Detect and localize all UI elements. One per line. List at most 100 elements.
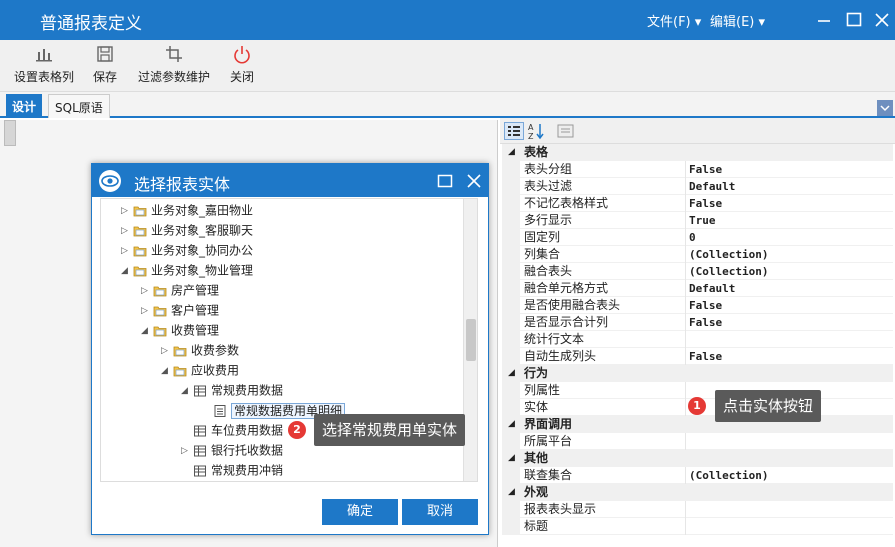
tree-node[interactable]: ▷ 客户管理 [141, 300, 219, 320]
tree-node[interactable]: ▷ 业务对象_嘉田物业 [121, 200, 253, 220]
expand-toggle-icon[interactable]: ▷ [141, 301, 151, 321]
property-value[interactable]: False [689, 314, 722, 331]
dialog-maximize-icon[interactable] [436, 172, 454, 190]
filter-params-button[interactable]: 过滤参数维护 [134, 44, 214, 85]
tree-node[interactable]: ▷ 业务对象_协同办公 [121, 240, 253, 260]
property-row[interactable]: 融合表头 (Collection) [502, 263, 893, 280]
expand-toggle-icon[interactable]: ◢ [121, 261, 131, 281]
collapse-icon[interactable]: ◢ [508, 416, 515, 433]
collapse-icon[interactable]: ◢ [508, 365, 515, 382]
property-value[interactable]: Default [689, 280, 735, 297]
tree-node-label: 应收费用 [191, 363, 240, 378]
tree-node[interactable]: ▷ 业务对象_客服聊天 [121, 220, 253, 240]
property-row[interactable]: 报表表头显示 [502, 501, 893, 518]
property-gutter [502, 331, 520, 348]
property-value[interactable]: (Collection) [689, 246, 768, 263]
step-badge-1: 1 [688, 397, 706, 415]
collapse-icon[interactable]: ◢ [508, 450, 515, 467]
canvas-scrollbar[interactable] [4, 120, 16, 146]
set-table-columns-button[interactable]: 设置表格列 [10, 44, 78, 85]
property-name: 外观 [524, 485, 549, 499]
tree-node[interactable]: ▷ 收费参数 [161, 340, 239, 360]
property-row[interactable]: 表头分组 False [502, 161, 893, 178]
expand-toggle-icon[interactable]: ▷ [161, 341, 171, 361]
property-row[interactable]: 是否使用融合表头 False [502, 297, 893, 314]
expand-toggle-icon[interactable]: ◢ [161, 361, 171, 381]
property-row[interactable]: 不记忆表格样式 False [502, 195, 893, 212]
property-name: 统计行文本 [524, 332, 585, 346]
tree-node[interactable]: ◢ 收费管理 [141, 320, 219, 340]
tree-node-label: 常规费用数据 [211, 383, 284, 398]
cancel-button[interactable]: 取消 [402, 499, 478, 525]
property-value[interactable]: Default [689, 178, 735, 195]
tree-node[interactable]: ◢ 业务对象_物业管理 [121, 260, 253, 280]
expand-toggle-icon[interactable]: ▷ [141, 281, 151, 301]
tree-node[interactable]: 车位费用数据 [181, 420, 283, 440]
property-name: 多行显示 [524, 213, 573, 227]
dialog-close-icon[interactable] [465, 172, 483, 190]
property-row[interactable]: 融合单元格方式 Default [502, 280, 893, 297]
minimize-icon[interactable] [814, 10, 834, 30]
property-name: 融合单元格方式 [524, 281, 609, 295]
tab-dropdown-icon[interactable] [877, 100, 893, 116]
property-value[interactable]: (Collection) [689, 263, 768, 280]
menu-edit[interactable]: 编辑(E) ▾ [710, 11, 765, 30]
property-row[interactable]: 联查集合 (Collection) [502, 467, 893, 484]
expand-toggle-icon[interactable]: ◢ [181, 381, 191, 401]
property-value[interactable]: False [689, 161, 722, 178]
property-value[interactable]: False [689, 297, 722, 314]
property-value[interactable]: False [689, 195, 722, 212]
menu-file[interactable]: 文件(F) ▾ [647, 11, 701, 30]
property-row[interactable]: 固定列 0 [502, 229, 893, 246]
expand-toggle-icon[interactable]: ▷ [121, 201, 131, 221]
tree-node-label: 业务对象_物业管理 [151, 263, 254, 278]
property-row[interactable]: 是否显示合计列 False [502, 314, 893, 331]
tab-design[interactable]: 设计 [6, 94, 43, 118]
tree-node[interactable]: ◢ 应收费用 [161, 360, 239, 380]
property-row[interactable]: 所属平台 [502, 433, 893, 450]
save-button[interactable]: 保存 [88, 44, 122, 85]
property-category[interactable]: ◢ 表格 [502, 144, 893, 161]
property-value[interactable]: 0 [689, 229, 696, 246]
close-button[interactable]: 关闭 [226, 44, 258, 85]
property-row[interactable]: 标题 [502, 518, 893, 535]
property-panel: AZ ◢ 表格 表头分组 False 表头过滤 Default 不记忆表格样式 False 多行… [500, 118, 895, 547]
folder-icon [151, 323, 171, 337]
maximize-icon[interactable] [844, 10, 864, 30]
tree-node[interactable]: ▷ 银行托收数据 [181, 440, 283, 460]
property-category[interactable]: ◢ 行为 [502, 365, 893, 382]
categorized-view-icon[interactable] [504, 122, 524, 140]
tree-scrollbar[interactable] [463, 199, 477, 481]
expand-toggle-icon[interactable]: ▷ [181, 441, 191, 461]
tree-node[interactable]: 常规费用冲销 [181, 460, 283, 480]
property-name: 表头分组 [524, 162, 573, 176]
property-name: 报表表头显示 [524, 502, 597, 516]
sort-az-icon[interactable]: AZ [527, 122, 547, 140]
property-divider [685, 382, 686, 399]
property-category[interactable]: ◢ 外观 [502, 484, 893, 501]
property-value[interactable]: True [689, 212, 716, 229]
folder-icon [151, 303, 171, 317]
property-value[interactable]: False [689, 348, 722, 365]
collapse-icon[interactable]: ◢ [508, 484, 515, 501]
property-name: 标题 [524, 519, 549, 533]
property-row[interactable]: 自动生成列头 False [502, 348, 893, 365]
collapse-icon[interactable]: ◢ [508, 144, 515, 161]
property-pages-icon[interactable] [556, 122, 576, 140]
tab-sql[interactable]: SQL原语 [48, 94, 110, 118]
ok-button[interactable]: 确定 [322, 499, 398, 525]
tree-scroll-thumb[interactable] [466, 319, 476, 361]
property-row[interactable]: 多行显示 True [502, 212, 893, 229]
property-value[interactable]: (Collection) [689, 467, 768, 484]
property-row[interactable]: 表头过滤 Default [502, 178, 893, 195]
expand-toggle-icon[interactable]: ▷ [121, 221, 131, 241]
close-icon[interactable] [872, 10, 892, 30]
expand-toggle-icon[interactable]: ◢ [141, 321, 151, 341]
tree-node[interactable]: ▷ 房产管理 [141, 280, 219, 300]
property-row[interactable]: 统计行文本 [502, 331, 893, 348]
property-category[interactable]: ◢ 其他 [502, 450, 893, 467]
expand-toggle-icon[interactable]: ▷ [121, 241, 131, 261]
property-category[interactable]: ◢ 界面调用 [502, 416, 893, 433]
property-row[interactable]: 列集合 (Collection) [502, 246, 893, 263]
tree-node[interactable]: ◢ 常规费用数据 [181, 380, 283, 400]
